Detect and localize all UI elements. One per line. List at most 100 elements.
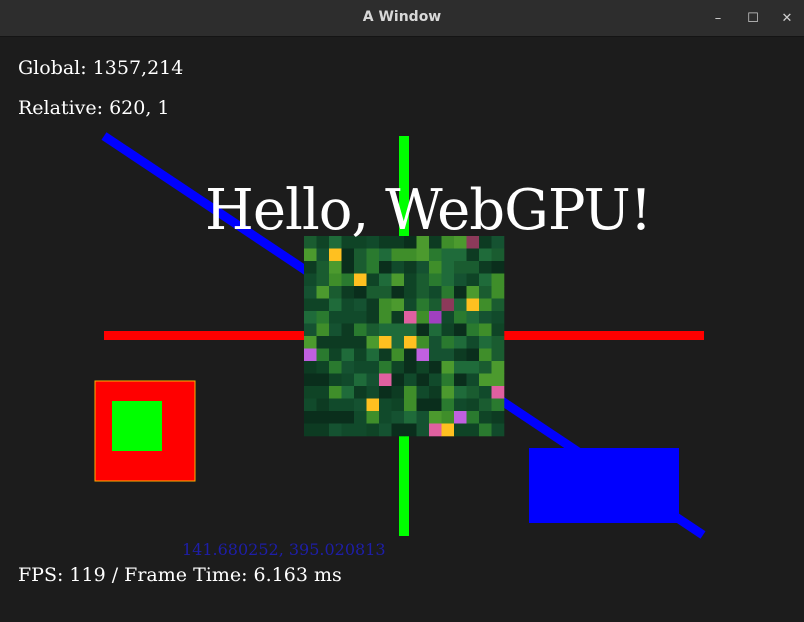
noise-pixel [341, 323, 355, 337]
noise-pixel [441, 411, 455, 424]
noise-pixel [404, 323, 417, 337]
minimize-button[interactable]: – [706, 6, 730, 30]
noise-pixel [466, 248, 480, 262]
noise-pixel [404, 248, 417, 262]
noise-pixel [329, 411, 342, 424]
noise-pixel [354, 273, 367, 287]
noise-pixel [329, 336, 342, 349]
noise-pixel [479, 373, 492, 387]
noise-pixel [479, 311, 492, 324]
noise-pixel [379, 311, 392, 324]
noise-pixel [454, 386, 467, 399]
noise-pixel [404, 411, 417, 424]
noise-pixel [379, 273, 392, 287]
noise-pixel [366, 261, 380, 274]
noise-pixel [491, 311, 505, 324]
noise-pixel [491, 386, 505, 399]
noise-pixel [354, 398, 367, 412]
noise-pixel [491, 286, 505, 299]
noise-pixel [491, 323, 505, 337]
noise-pixel [441, 348, 455, 362]
noise-pixel [479, 386, 492, 399]
noise-pixel [491, 298, 505, 312]
noise-pixel [329, 398, 342, 412]
noise-pixel [341, 361, 355, 374]
noise-pixel [341, 286, 355, 299]
noise-pixel [329, 386, 342, 399]
noise-pixel [479, 261, 492, 274]
noise-pixel [329, 261, 342, 274]
close-button[interactable]: ✕ [775, 6, 799, 30]
noise-pixel [416, 298, 430, 312]
noise-pixel [466, 336, 480, 349]
noise-pixel [379, 386, 392, 399]
noise-pixel [391, 298, 405, 312]
noise-pixel [341, 248, 355, 262]
noise-pixel [466, 273, 480, 287]
noise-pixel [429, 423, 442, 437]
noise-pixel [316, 323, 330, 337]
noise-pixel [366, 411, 380, 424]
maximize-button[interactable]: ☐ [741, 6, 765, 30]
noise-pixel [466, 386, 480, 399]
noise-pixel [441, 248, 455, 262]
noise-pixel [441, 386, 455, 399]
noise-pixel [441, 398, 455, 412]
noise-pixel [454, 336, 467, 349]
noise-pixel [354, 348, 367, 362]
noise-pixel [404, 286, 417, 299]
noise-pixel [416, 398, 430, 412]
noise-pixel [354, 423, 367, 437]
noise-pixel [454, 311, 467, 324]
render-canvas[interactable]: Global: 1357,214 Relative: 620, 1 Hello,… [0, 37, 804, 622]
noise-pixel [466, 398, 480, 412]
noise-pixel [466, 411, 480, 424]
noise-pixel [391, 336, 405, 349]
noise-pixel [454, 423, 467, 437]
noise-pixel [491, 411, 505, 424]
noise-pixel [304, 373, 317, 387]
noise-pixel [404, 361, 417, 374]
noise-pixel [329, 373, 342, 387]
noise-pixel [316, 386, 330, 399]
noise-pixel [316, 261, 330, 274]
noise-pixel [491, 361, 505, 374]
noise-pixel [404, 423, 417, 437]
title-bar[interactable]: A Window – ☐ ✕ [0, 0, 804, 37]
noise-pixel [379, 323, 392, 337]
noise-pixel [466, 286, 480, 299]
noise-pixel [354, 298, 367, 312]
noise-pixel [379, 286, 392, 299]
noise-pixel [379, 411, 392, 424]
noise-pixel [316, 336, 330, 349]
noise-pixel [304, 323, 317, 337]
noise-pixel [316, 411, 330, 424]
noise-pixel [316, 311, 330, 324]
noise-pixel [416, 273, 430, 287]
noise-pixel [304, 386, 317, 399]
noise-pixel [366, 248, 380, 262]
noise-pixel [416, 311, 430, 324]
noise-pixel [366, 298, 380, 312]
noise-pixel [391, 411, 405, 424]
noise-pixel [416, 361, 430, 374]
noise-pixel [466, 348, 480, 362]
noise-pixel [391, 373, 405, 387]
noise-pixel [379, 298, 392, 312]
window-title: A Window [362, 9, 442, 25]
noise-pixel [404, 273, 417, 287]
noise-pixel [341, 373, 355, 387]
blue-rectangle [529, 448, 679, 523]
noise-pixel [341, 298, 355, 312]
noise-pixel [304, 361, 317, 374]
noise-pixel [416, 348, 430, 362]
noise-pixel [329, 298, 342, 312]
noise-pixel [391, 273, 405, 287]
noise-pixel [341, 398, 355, 412]
noise-pixel [416, 261, 430, 274]
noise-pixel [416, 336, 430, 349]
relative-position-label: Relative: 620, 1 [18, 97, 170, 119]
noise-pixel [491, 398, 505, 412]
noise-pixel [454, 411, 467, 424]
noise-pixel [379, 398, 392, 412]
